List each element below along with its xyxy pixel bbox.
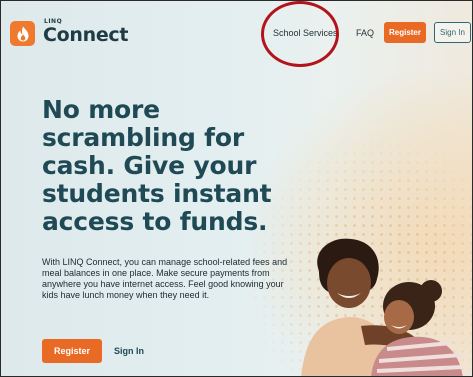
flame-icon <box>17 26 28 41</box>
mother-face <box>327 258 371 308</box>
daughter-face <box>384 300 414 334</box>
hero-headline: No more scrambling for cash. Give your s… <box>42 95 272 236</box>
hero-register-button[interactable]: Register <box>42 339 102 363</box>
page-frame: LINQ Connect School Services FAQ Registe… <box>0 0 473 377</box>
logo-wordmark[interactable]: Connect <box>43 24 128 46</box>
hero-description: With LINQ Connect, you can manage school… <box>42 257 288 300</box>
header-sign-in-button[interactable]: Sign In <box>434 22 471 43</box>
hero-photo <box>301 238 464 376</box>
header-register-button[interactable]: Register <box>384 22 426 43</box>
annotation-circle <box>261 1 339 67</box>
nav-faq[interactable]: FAQ <box>356 28 374 38</box>
hero-sign-in-link[interactable]: Sign In <box>114 346 144 356</box>
logo-link[interactable] <box>10 21 35 46</box>
